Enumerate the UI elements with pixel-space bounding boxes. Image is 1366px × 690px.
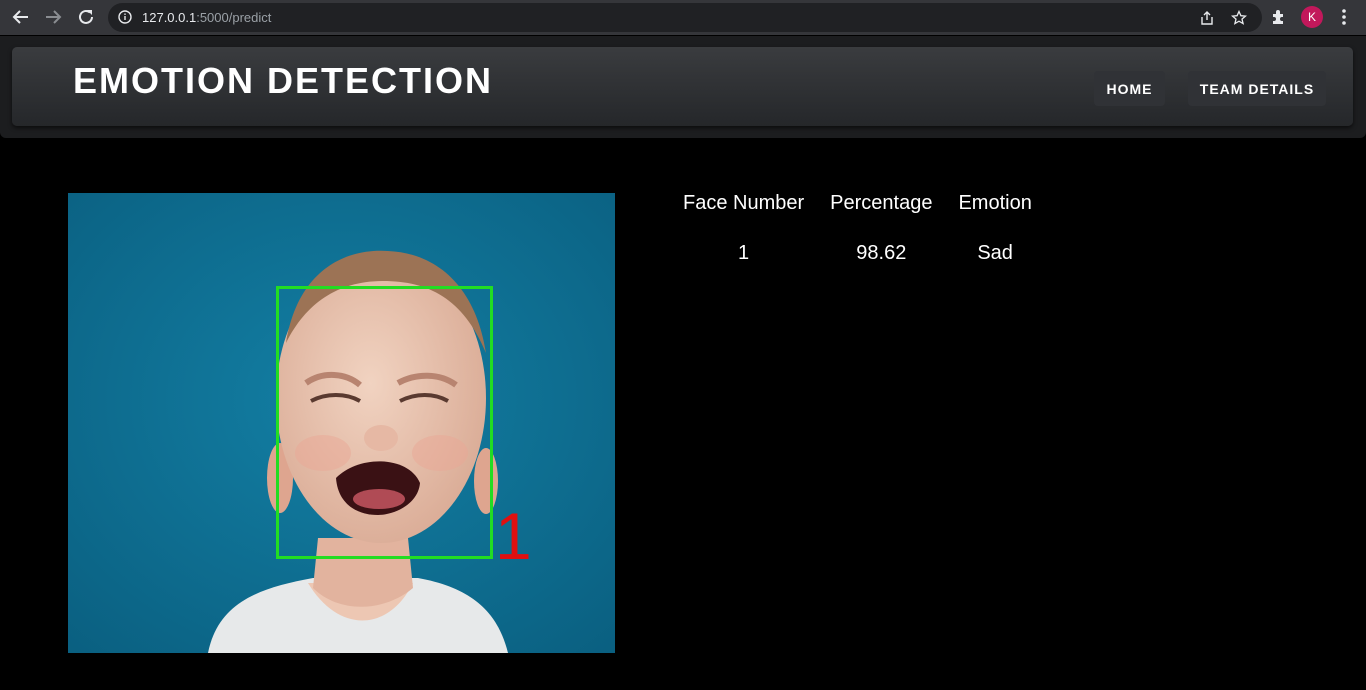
results-table: Face Number Percentage Emotion 1 98.62 S… xyxy=(670,186,1045,286)
result-image: 1 xyxy=(68,193,615,653)
header-panel: EMOTION DETECTION HOME TEAM DETAILS xyxy=(12,47,1353,126)
nav-team-details-link[interactable]: TEAM DETAILS xyxy=(1188,71,1326,106)
address-bar[interactable]: 127.0.0.1:5000/predict xyxy=(108,3,1262,32)
cell-emotion: Sad xyxy=(977,241,1013,264)
header-emotion: Emotion xyxy=(958,191,1032,214)
browser-toolbar: 127.0.0.1:5000/predict K xyxy=(0,0,1366,35)
reload-button[interactable] xyxy=(75,6,97,28)
menu-icon[interactable] xyxy=(1337,8,1351,26)
face-number-label: 1 xyxy=(495,499,532,573)
forward-button[interactable] xyxy=(42,6,64,28)
arrow-left-icon xyxy=(12,10,28,24)
table-row: 1 98.62 Sad xyxy=(670,220,1045,286)
url-text: 127.0.0.1:5000/predict xyxy=(142,10,271,25)
url-path: :5000/predict xyxy=(196,10,272,25)
site-title: EMOTION DETECTION xyxy=(73,60,493,101)
star-icon[interactable] xyxy=(1231,10,1247,26)
arrow-right-icon xyxy=(46,10,62,24)
share-icon[interactable] xyxy=(1199,10,1215,26)
header-percentage: Percentage xyxy=(830,191,933,214)
back-button[interactable] xyxy=(10,6,32,28)
site-header: EMOTION DETECTION HOME TEAM DETAILS xyxy=(0,36,1366,138)
reload-icon xyxy=(79,9,93,24)
extensions-icon[interactable] xyxy=(1270,8,1288,26)
info-icon[interactable] xyxy=(118,10,132,24)
detected-face-photo: 1 xyxy=(68,193,615,653)
header-face-number: Face Number xyxy=(683,191,805,214)
results-header-row: Face Number Percentage Emotion xyxy=(670,186,1045,220)
cell-face-number: 1 xyxy=(738,241,750,264)
cell-percentage: 98.62 xyxy=(856,241,907,264)
nav-home-link[interactable]: HOME xyxy=(1094,71,1165,106)
url-host: 127.0.0.1 xyxy=(142,10,197,25)
profile-avatar[interactable]: K xyxy=(1301,6,1323,28)
